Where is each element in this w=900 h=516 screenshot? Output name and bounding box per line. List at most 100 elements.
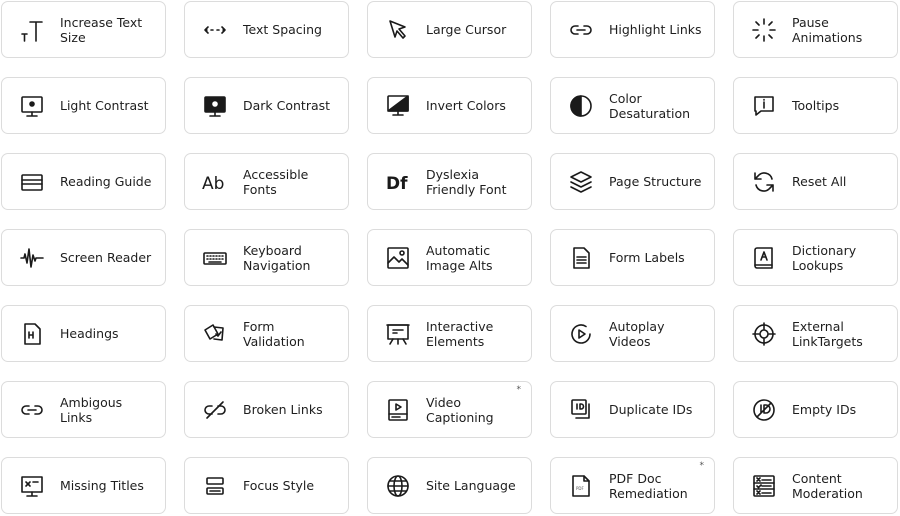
focus-style-icon xyxy=(201,472,229,500)
tool-card-increase-text-size[interactable]: Increase Text Size xyxy=(1,1,166,58)
empty-id-icon xyxy=(750,396,778,424)
tool-label: Video Captioning xyxy=(426,394,494,425)
book-icon xyxy=(750,244,778,272)
accessibility-tools-grid: Increase Text Size Text Spacing Large Curs… xyxy=(1,1,898,514)
refresh-icon xyxy=(750,168,778,196)
tool-label: Large Cursor xyxy=(426,22,507,37)
play-circle-icon xyxy=(567,320,595,348)
tool-card-broken-links[interactable]: Broken Links xyxy=(184,381,349,438)
tool-card-focus-style[interactable]: Focus Style xyxy=(184,457,349,514)
tool-card-duplicate-ids[interactable]: Duplicate IDs xyxy=(550,381,715,438)
duplicate-icon xyxy=(567,396,595,424)
tool-label: Pause Animations xyxy=(792,14,863,45)
tool-card-text-spacing[interactable]: Text Spacing xyxy=(184,1,349,58)
crosshair-icon xyxy=(750,320,778,348)
video-caption-icon xyxy=(384,396,412,424)
tool-card-external-linktargets[interactable]: External LinkTargets xyxy=(733,305,898,362)
tool-card-ambigous-links[interactable]: Ambigous Links xyxy=(1,381,166,438)
tool-card-tooltips[interactable]: Tooltips xyxy=(733,77,898,134)
font-df-icon: Df xyxy=(384,168,412,196)
tool-card-keyboard-navigation[interactable]: Keyboard Navigation xyxy=(184,229,349,286)
tool-label: Content Moderation xyxy=(792,470,863,501)
tool-label: Form Labels xyxy=(609,250,685,265)
tool-card-headings[interactable]: Headings xyxy=(1,305,166,362)
tool-card-color-desaturation[interactable]: Color Desaturation xyxy=(550,77,715,134)
tool-label: Keyboard Navigation xyxy=(243,242,311,273)
tool-label: PDF Doc Remediation xyxy=(609,470,688,501)
tool-card-automatic-image-alts[interactable]: Automatic Image Alts xyxy=(367,229,532,286)
tool-card-large-cursor[interactable]: Large Cursor xyxy=(367,1,532,58)
half-circle-icon xyxy=(567,92,595,120)
image-icon xyxy=(384,244,412,272)
heading-file-icon xyxy=(18,320,46,348)
tool-label: Duplicate IDs xyxy=(609,402,693,417)
keyboard-icon xyxy=(201,244,229,272)
premium-marker: * xyxy=(699,461,705,471)
text-size-icon xyxy=(18,16,46,44)
tool-card-screen-reader[interactable]: Screen Reader xyxy=(1,229,166,286)
tool-label: Headings xyxy=(60,326,119,341)
sound-wave-icon xyxy=(18,244,46,272)
tool-label: Accessible Fonts xyxy=(243,166,309,197)
info-bubble-icon xyxy=(750,92,778,120)
layers-icon xyxy=(567,168,595,196)
tool-card-empty-ids[interactable]: Empty IDs xyxy=(733,381,898,438)
tool-card-content-moderation[interactable]: Content Moderation xyxy=(733,457,898,514)
tool-card-reset-all[interactable]: Reset All xyxy=(733,153,898,210)
tool-card-highlight-links[interactable]: Highlight Links xyxy=(550,1,715,58)
tool-label: Screen Reader xyxy=(60,250,152,265)
invert-monitor-icon xyxy=(384,92,412,120)
tool-label: Focus Style xyxy=(243,478,315,493)
document-icon xyxy=(567,244,595,272)
checklist-icon xyxy=(750,472,778,500)
reading-guide-icon xyxy=(18,168,46,196)
tool-card-reading-guide[interactable]: Reading Guide xyxy=(1,153,166,210)
tool-label: External LinkTargets xyxy=(792,318,863,349)
tool-label: Form Validation xyxy=(243,318,305,349)
tool-card-video-captioning[interactable]: Video Captioning * xyxy=(367,381,532,438)
tool-label: Color Desaturation xyxy=(609,90,691,121)
svg-text:PDF: PDF xyxy=(576,486,584,491)
tool-label: Page Structure xyxy=(609,174,702,189)
link-icon xyxy=(567,16,595,44)
tool-card-form-validation[interactable]: Form Validation xyxy=(184,305,349,362)
svg-text:Df: Df xyxy=(386,174,408,194)
presentation-icon xyxy=(384,320,412,348)
tool-card-dictionary-lookups[interactable]: Dictionary Lookups xyxy=(733,229,898,286)
tool-label: Automatic Image Alts xyxy=(426,242,493,273)
tool-card-dyslexia-friendly-font[interactable]: Df Dyslexia Friendly Font xyxy=(367,153,532,210)
tool-card-site-language[interactable]: Site Language xyxy=(367,457,532,514)
tool-card-interactive-elements[interactable]: Interactive Elements xyxy=(367,305,532,362)
tool-card-dark-contrast[interactable]: Dark Contrast xyxy=(184,77,349,134)
tool-card-page-structure[interactable]: Page Structure xyxy=(550,153,715,210)
tool-card-pdf-doc-remediation[interactable]: PDF PDF Doc Remediation * xyxy=(550,457,715,514)
tool-label: Dark Contrast xyxy=(243,98,331,113)
tool-card-missing-titles[interactable]: Missing Titles xyxy=(1,457,166,514)
tool-label: Missing Titles xyxy=(60,478,144,493)
cursor-icon xyxy=(384,16,412,44)
link-icon xyxy=(18,396,46,424)
tool-card-light-contrast[interactable]: Light Contrast xyxy=(1,77,166,134)
tool-label: Broken Links xyxy=(243,402,323,417)
tool-label: Text Spacing xyxy=(243,22,322,37)
premium-marker: * xyxy=(516,385,522,395)
tool-card-invert-colors[interactable]: Invert Colors xyxy=(367,77,532,134)
tool-label: Autoplay Videos xyxy=(609,318,665,349)
tool-label: Dyslexia Friendly Font xyxy=(426,166,507,197)
tool-label: Interactive Elements xyxy=(426,318,494,349)
tool-label: Dictionary Lookups xyxy=(792,242,857,273)
tool-label: Reset All xyxy=(792,174,847,189)
cards-check-icon xyxy=(201,320,229,348)
tool-card-accessible-fonts[interactable]: Ab Accessible Fonts xyxy=(184,153,349,210)
loader-icon xyxy=(750,16,778,44)
tool-label: Ambigous Links xyxy=(60,394,123,425)
globe-icon xyxy=(384,472,412,500)
monitor-dark-icon xyxy=(201,92,229,120)
tool-card-form-labels[interactable]: Form Labels xyxy=(550,229,715,286)
tool-label: Empty IDs xyxy=(792,402,857,417)
broken-link-icon xyxy=(201,396,229,424)
text-spacing-icon xyxy=(201,16,229,44)
missing-title-icon xyxy=(18,472,46,500)
tool-card-pause-animations[interactable]: Pause Animations xyxy=(733,1,898,58)
tool-card-autoplay-videos[interactable]: Autoplay Videos xyxy=(550,305,715,362)
